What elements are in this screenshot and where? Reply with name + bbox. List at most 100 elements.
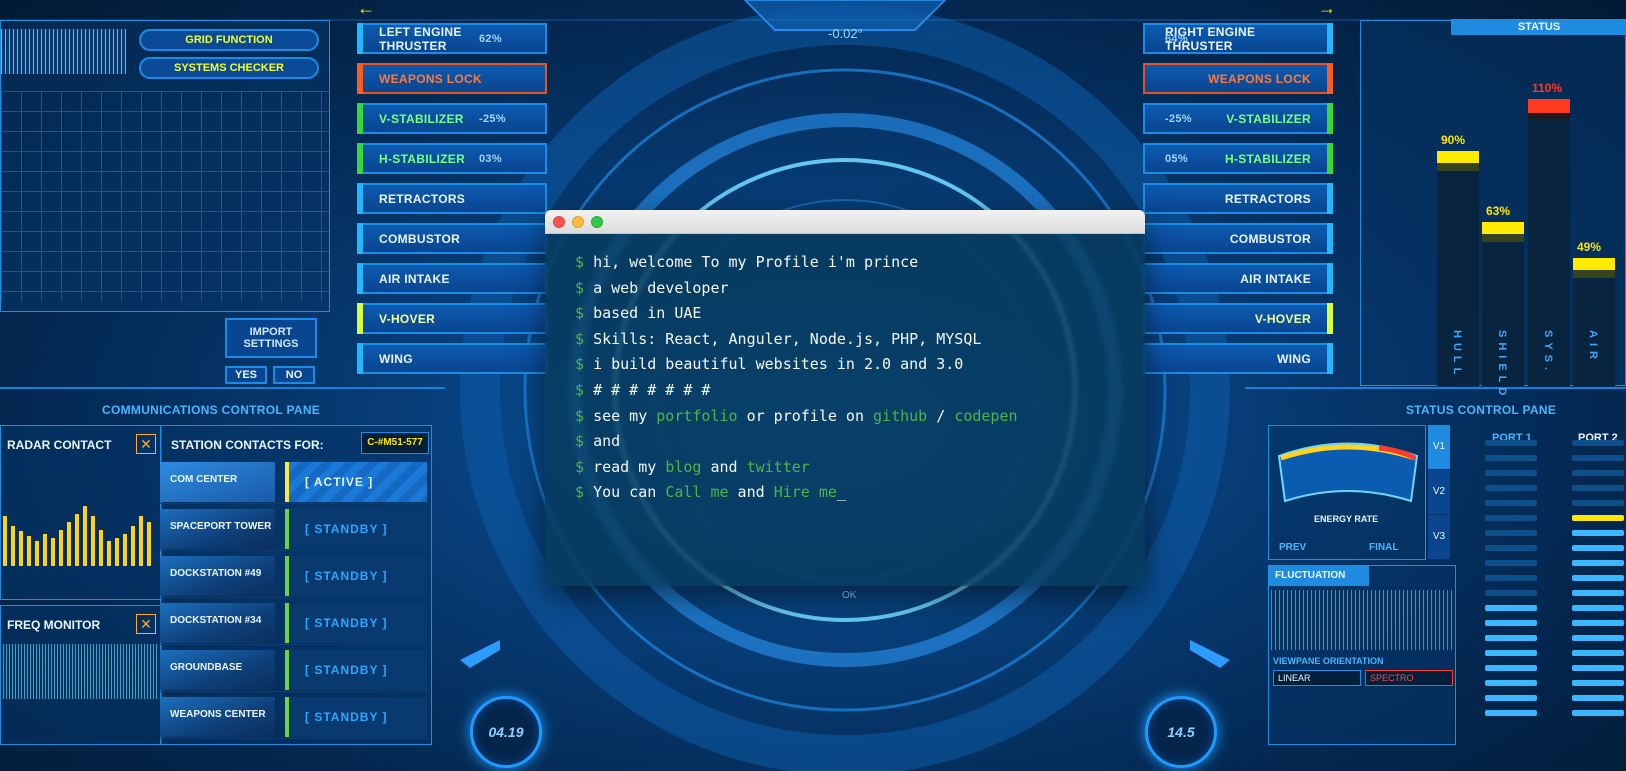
right-control-weapons-lock[interactable]: WEAPONS LOCK [1143, 63, 1333, 94]
systems-checker-button[interactable]: SYSTEMS CHECKER [139, 57, 319, 79]
right-control-v-stabilizer[interactable]: -25% V-STABILIZER [1143, 103, 1333, 134]
prompt-symbol: $ [575, 278, 585, 297]
right-control-right-engine-thruster[interactable]: 64% RIGHT ENGINE THRUSTER [1143, 23, 1333, 54]
station-name: SPACEPORT TOWER [170, 521, 272, 532]
station-name: COM CENTER [170, 474, 238, 485]
radar-contact-title: RADAR CONTACT [7, 438, 112, 452]
blueprint-grid [1, 91, 329, 301]
station-state[interactable]: [ ACTIVE ] [285, 462, 427, 502]
station-row[interactable]: DOCKSTATION #34 [ STANDBY ] [160, 601, 430, 645]
left-control-weapons-lock[interactable]: WEAPONS LOCK [357, 63, 547, 94]
station-state[interactable]: [ STANDBY ] [285, 650, 427, 690]
control-label: V-STABILIZER [1226, 111, 1311, 126]
right-control-wing[interactable]: WING [1143, 343, 1333, 374]
maximize-window-button[interactable] [591, 215, 603, 228]
v-tabs: V1 V2 V3 [1428, 425, 1450, 560]
no-button[interactable]: NO [273, 366, 315, 384]
viewpane-orientation-label: VIEWPANE ORIENTATION [1273, 656, 1384, 666]
right-control-retractors[interactable]: RETRACTORS [1143, 183, 1333, 214]
freq-monitor-title: FREQ MONITOR [7, 618, 101, 632]
indicator [357, 143, 363, 174]
terminal-link-call-me[interactable]: Call me [665, 483, 728, 501]
tab-v2[interactable]: V2 [1428, 470, 1450, 514]
freq-monitor-panel: FREQ MONITOR ✕ [0, 605, 162, 745]
station-name: DOCKSTATION #34 [170, 615, 262, 626]
right-control-v-hover[interactable]: V-HOVER [1143, 303, 1333, 334]
tab-v1[interactable]: V1 [1428, 425, 1450, 469]
left-control-h-stabilizer[interactable]: H-STABILIZER 03% [357, 143, 547, 174]
close-icon[interactable]: ✕ [136, 434, 156, 454]
left-control-air-intake[interactable]: AIR INTAKE [357, 263, 547, 294]
control-label: H-STABILIZER [1224, 151, 1311, 166]
station-row[interactable]: WEAPONS CENTER [ STANDBY ] [160, 695, 430, 739]
station-code: C-#M51-577 [361, 432, 429, 454]
yes-button[interactable]: YES [225, 366, 267, 384]
right-arrow-icon: → [1318, 0, 1336, 18]
prompt-symbol: $ [575, 457, 585, 476]
station-row[interactable]: GROUNDBASE [ STANDBY ] [160, 648, 430, 692]
station-state[interactable]: [ STANDBY ] [285, 509, 427, 549]
status-bar-fill [1573, 258, 1615, 386]
station-contacts-title: STATION CONTACTS FOR: [171, 438, 324, 452]
status-bar-percent: 49% [1577, 240, 1602, 255]
terminal-text: see my [593, 406, 657, 425]
terminal-line: $ based in UAE [575, 301, 1115, 327]
port1-bars [1485, 440, 1537, 725]
port2-bars [1572, 440, 1624, 725]
right-control-air-intake[interactable]: AIR INTAKE [1143, 263, 1333, 294]
left-control-combustor[interactable]: COMBUSTOR [357, 223, 547, 254]
linear-option[interactable]: LINEAR [1273, 670, 1361, 686]
terminal-link-github[interactable]: github [873, 407, 927, 425]
terminal-line: $ # # # # # # # [575, 378, 1115, 404]
right-dial: 14.5 [1145, 696, 1217, 768]
terminal-text: Skills: React, Anguler, Node.js, PHP, MY… [593, 329, 982, 348]
indicator [357, 63, 363, 94]
tab-v3[interactable]: V3 [1428, 515, 1450, 559]
station-state[interactable]: [ STANDBY ] [285, 603, 427, 643]
control-value: 05% [1165, 152, 1188, 165]
indicator [357, 23, 363, 54]
terminal-link-codepen[interactable]: codepen [954, 407, 1017, 425]
terminal-link-portfolio[interactable]: portfolio [656, 407, 737, 425]
close-icon[interactable]: ✕ [136, 614, 156, 634]
station-row[interactable]: COM CENTER [ ACTIVE ] [160, 460, 430, 504]
station-state[interactable]: [ STANDBY ] [285, 697, 427, 737]
import-settings-button[interactable]: IMPORT SETTINGS [225, 318, 317, 358]
indicator [1327, 183, 1333, 214]
right-control-h-stabilizer[interactable]: 05% H-STABILIZER [1143, 143, 1333, 174]
terminal-link-twitter[interactable]: twitter [747, 458, 810, 476]
prompt-symbol: $ [575, 355, 585, 374]
control-value: -25% [1165, 112, 1192, 125]
minimize-window-button[interactable] [572, 215, 584, 228]
station-row[interactable]: DOCKSTATION #49 [ STANDBY ] [160, 554, 430, 598]
station-row[interactable]: SPACEPORT TOWER [ STANDBY ] [160, 507, 430, 551]
left-control-wing[interactable]: WING [357, 343, 547, 374]
left-control-v-stabilizer[interactable]: V-STABILIZER -25% [357, 103, 547, 134]
fluctuation-title: FLUCTUATION [1269, 566, 1369, 586]
terminal-text: a web developer [593, 278, 729, 297]
indicator [357, 223, 363, 254]
indicator [357, 183, 363, 214]
ok-label: OK [842, 590, 857, 601]
left-dial: 04.19 [470, 696, 542, 768]
close-window-button[interactable] [553, 215, 565, 228]
spectro-option[interactable]: SPECTRO [1365, 670, 1453, 686]
status-bar-percent: 110% [1532, 81, 1563, 96]
terminal-text: or profile on [737, 406, 874, 425]
terminal-line: $ read my blog and twitter [575, 455, 1115, 481]
grid-function-button[interactable]: GRID FUNCTION [139, 29, 319, 51]
left-control-v-hover[interactable]: V-HOVER [357, 303, 547, 334]
terminal-link-blog[interactable]: blog [665, 458, 701, 476]
left-control-left-engine-thruster[interactable]: LEFT ENGINE THRUSTER 62% [357, 23, 547, 54]
terminal-line: $ You can Call me and Hire me_ [575, 480, 1115, 506]
indicator [1327, 303, 1333, 334]
station-state[interactable]: [ STANDBY ] [285, 556, 427, 596]
right-control-combustor[interactable]: COMBUSTOR [1143, 223, 1333, 254]
control-label: WEAPONS LOCK [1208, 71, 1311, 86]
text-cursor: _ [836, 483, 846, 502]
left-control-retractors[interactable]: RETRACTORS [357, 183, 547, 214]
terminal-link-hire-me[interactable]: Hire me [774, 483, 837, 501]
terminal-text: You can [593, 483, 666, 502]
terminal-title-bar [545, 210, 1145, 234]
control-label: AIR INTAKE [1240, 271, 1311, 286]
